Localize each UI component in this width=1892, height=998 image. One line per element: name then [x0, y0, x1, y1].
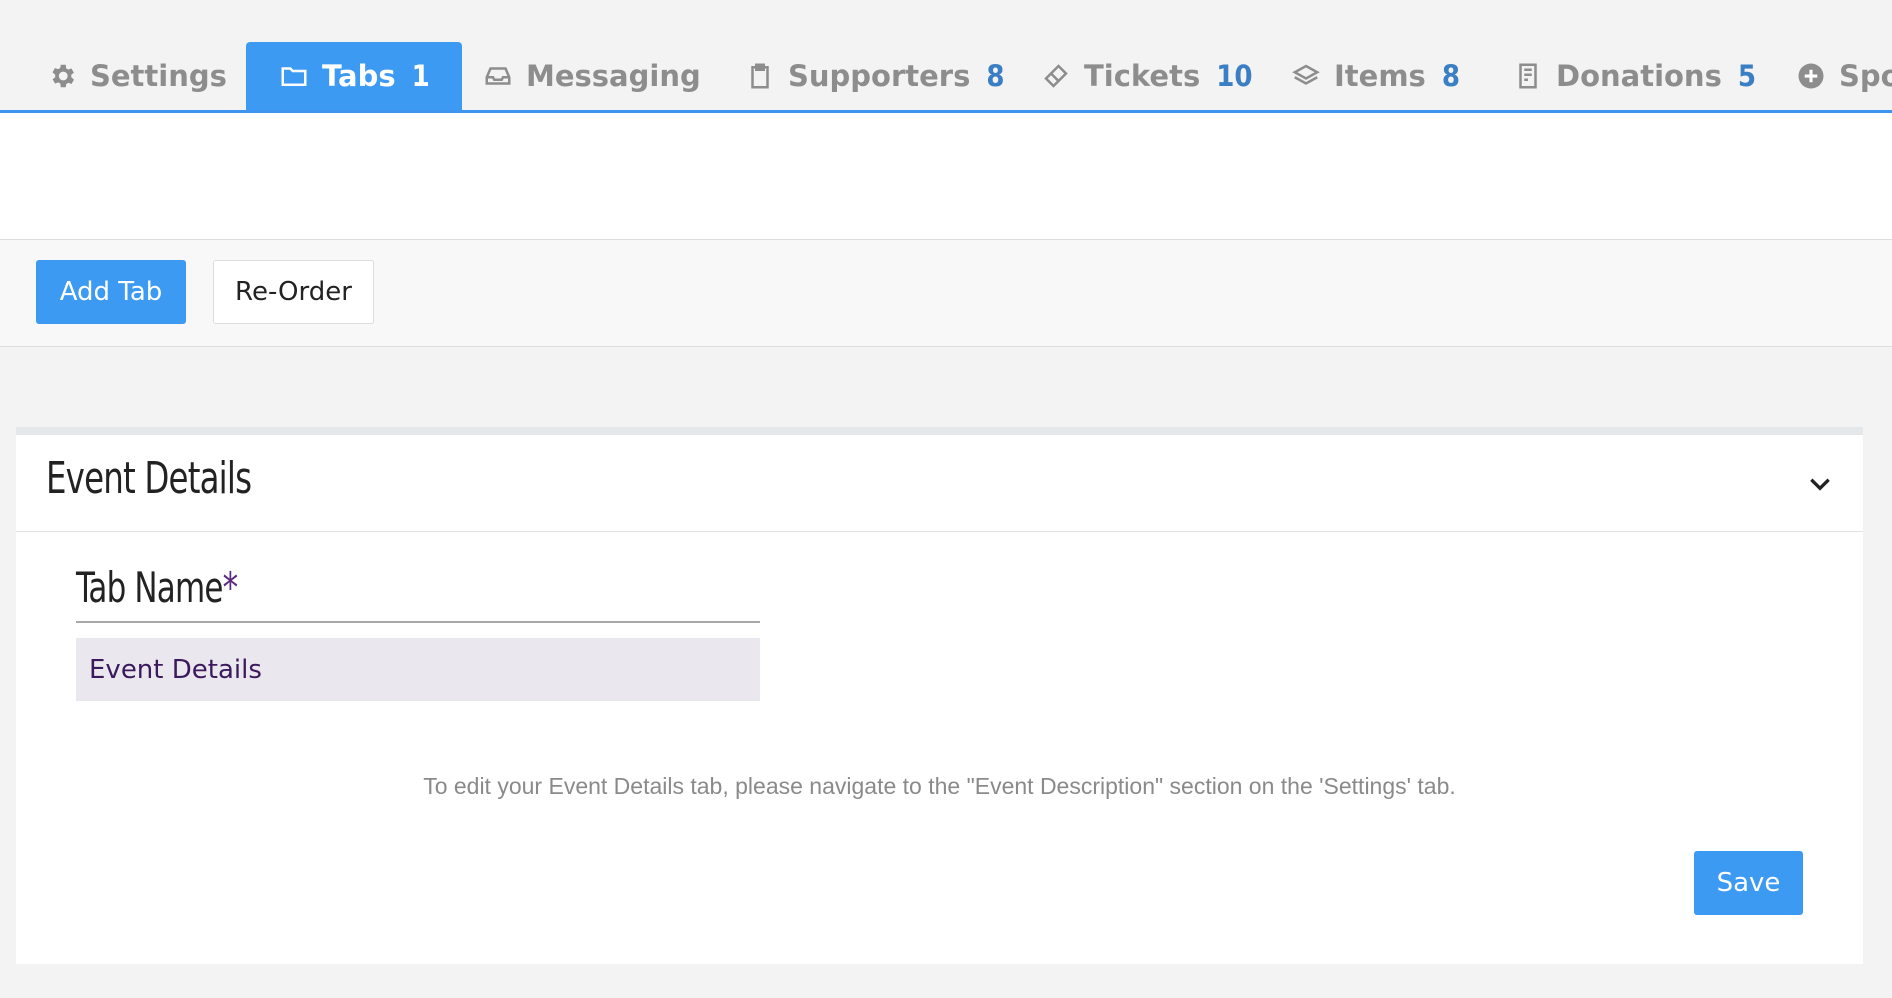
tab-tickets[interactable]: Tickets 10: [1040, 42, 1253, 110]
tab-name-input[interactable]: [76, 638, 760, 701]
tab-label: Supporters: [788, 59, 971, 93]
tab-label: Settings: [90, 59, 227, 93]
clipboard-icon: [744, 60, 776, 92]
gear-icon: [46, 60, 78, 92]
tab-items[interactable]: Items 8: [1290, 42, 1460, 110]
tab-tabs[interactable]: Tabs 1: [246, 42, 462, 110]
panel-header[interactable]: Event Details: [16, 435, 1863, 532]
event-details-panel: Event Details Tab Name* To edit your Eve…: [16, 427, 1863, 964]
layers-icon: [1290, 60, 1322, 92]
tab-name-label: Tab Name*: [76, 563, 238, 612]
add-tab-button[interactable]: Add Tab: [36, 260, 186, 324]
top-tab-bar: Settings Tabs 1 Messaging Supporters 8 T…: [0, 0, 1892, 113]
tab-label: Tabs: [322, 59, 396, 93]
help-text: To edit your Event Details tab, please n…: [423, 773, 1456, 799]
tab-count: 5: [1737, 59, 1756, 93]
inbox-icon: [482, 60, 514, 92]
save-button[interactable]: Save: [1694, 851, 1803, 915]
tab-count: 8: [986, 59, 1005, 93]
field-underline: [76, 621, 760, 623]
reorder-button[interactable]: Re-Order: [213, 260, 374, 324]
ticket-icon: [1040, 60, 1072, 92]
plus-circle-icon: [1795, 60, 1827, 92]
tab-count: 8: [1441, 59, 1460, 93]
folder-icon: [278, 60, 310, 92]
receipt-icon: [1512, 60, 1544, 92]
tab-label: Messaging: [526, 59, 701, 93]
tab-label: Tickets: [1084, 59, 1201, 93]
required-mark: *: [222, 563, 238, 612]
tab-label: Items: [1334, 59, 1426, 93]
tab-count: 1: [411, 59, 430, 93]
tab-label: Spo: [1839, 59, 1892, 93]
field-label-text: Tab Name: [76, 563, 223, 612]
panel-title: Event Details: [46, 453, 252, 504]
chevron-down-icon[interactable]: [1807, 471, 1833, 497]
tab-count: 10: [1216, 59, 1253, 93]
tab-donations[interactable]: Donations 5: [1512, 42, 1756, 110]
tab-label: Donations: [1556, 59, 1722, 93]
tab-supporters[interactable]: Supporters 8: [744, 42, 1005, 110]
tab-sponsors[interactable]: Spo: [1795, 42, 1892, 110]
tab-messaging[interactable]: Messaging: [482, 42, 701, 110]
toolbar: Add Tab Re-Order: [0, 240, 1892, 347]
tab-settings[interactable]: Settings: [46, 42, 227, 110]
content-header-strip: [0, 113, 1892, 240]
